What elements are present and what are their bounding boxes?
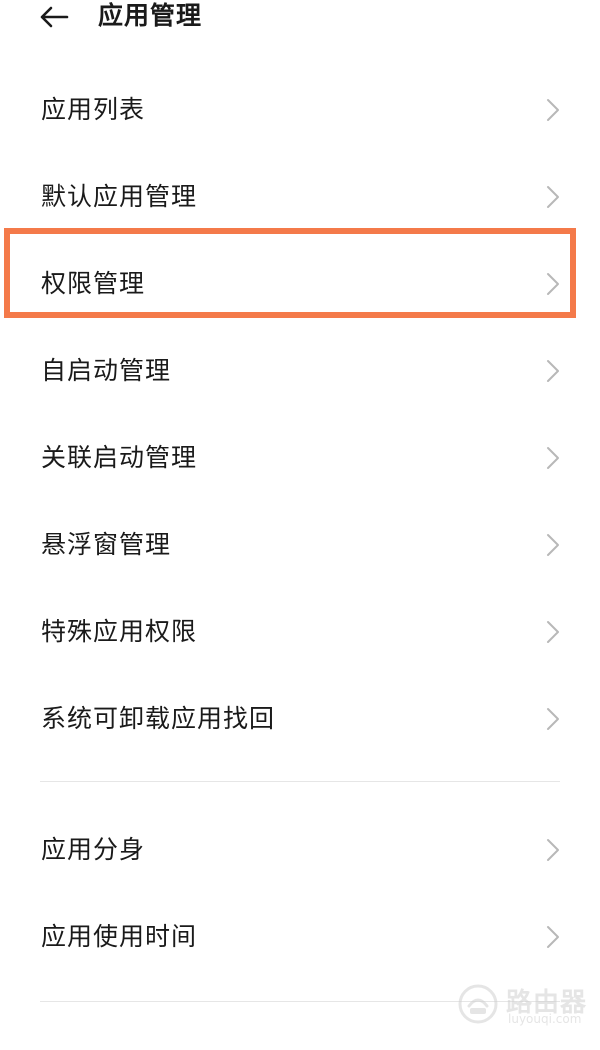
menu-item-label: 应用分身 — [41, 835, 146, 864]
chevron-right-icon — [547, 99, 559, 121]
chevron-right-icon — [547, 926, 559, 948]
chevron-right-icon — [547, 273, 559, 295]
menu-item-label: 默认应用管理 — [41, 182, 198, 211]
chevron-right-icon — [547, 534, 559, 556]
chevron-right-icon — [547, 447, 559, 469]
arrow-left-icon — [40, 6, 69, 28]
menu-item-label: 自启动管理 — [41, 356, 172, 385]
header: 应用管理 — [0, 0, 600, 40]
chevron-right-icon — [547, 621, 559, 643]
menu-item-autostart[interactable]: 自启动管理 — [0, 327, 600, 414]
section-divider — [40, 781, 560, 782]
settings-list-secondary: 应用分身 应用使用时间 — [0, 806, 600, 980]
watermark-domain: luyouqi.com — [508, 1012, 582, 1026]
menu-item-label: 关联启动管理 — [41, 443, 198, 472]
menu-item-default-apps[interactable]: 默认应用管理 — [0, 153, 600, 240]
menu-item-label: 系统可卸载应用找回 — [41, 704, 276, 733]
chevron-right-icon — [547, 186, 559, 208]
menu-item-label: 悬浮窗管理 — [41, 530, 172, 559]
menu-item-app-list[interactable]: 应用列表 — [0, 66, 600, 153]
menu-item-label: 权限管理 — [41, 269, 146, 298]
chevron-right-icon — [547, 839, 559, 861]
back-button[interactable] — [32, 0, 76, 34]
settings-list: 应用列表 默认应用管理 权限管理 自启动管理 关联启动管理 悬浮窗管理 特殊应用… — [0, 66, 600, 762]
menu-item-floating-window[interactable]: 悬浮窗管理 — [0, 501, 600, 588]
menu-item-permission-management[interactable]: 权限管理 — [0, 240, 600, 327]
menu-item-special-permissions[interactable]: 特殊应用权限 — [0, 588, 600, 675]
chevron-right-icon — [547, 708, 559, 730]
menu-item-app-clone[interactable]: 应用分身 — [0, 806, 600, 893]
menu-item-label: 应用列表 — [41, 95, 146, 124]
menu-item-label: 特殊应用权限 — [41, 617, 198, 646]
menu-item-associated-launch[interactable]: 关联启动管理 — [0, 414, 600, 501]
menu-item-app-usage-time[interactable]: 应用使用时间 — [0, 893, 600, 980]
menu-item-restore-system-apps[interactable]: 系统可卸载应用找回 — [0, 675, 600, 762]
chevron-right-icon — [547, 360, 559, 382]
page-title: 应用管理 — [98, 1, 203, 30]
router-logo-icon — [458, 984, 498, 1024]
menu-item-label: 应用使用时间 — [41, 922, 198, 951]
watermark: 路由器 luyouqi.com — [458, 978, 590, 1030]
